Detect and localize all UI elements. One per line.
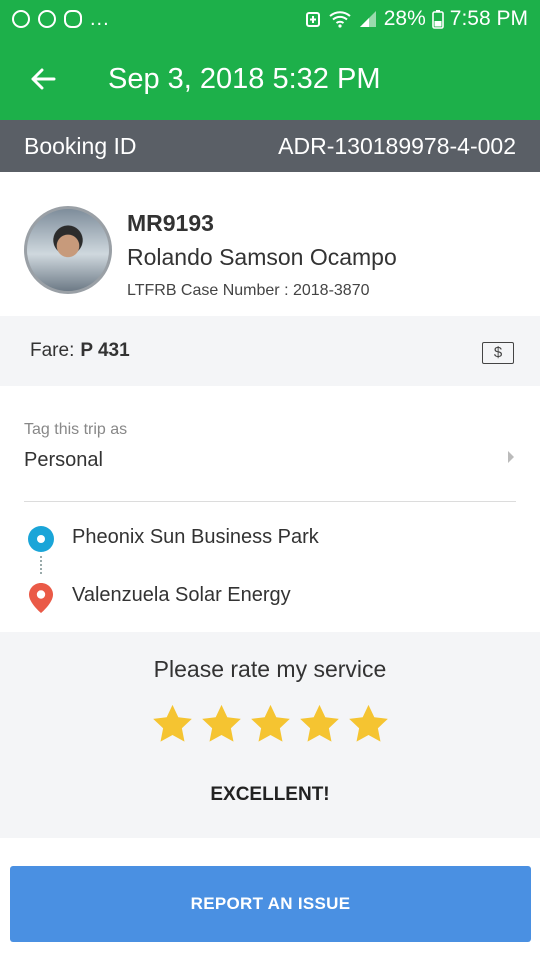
route-section: Pheonix Sun Business Park Valenzuela Sol…: [0, 502, 540, 632]
clock: 7:58 PM: [449, 7, 528, 30]
booking-id-value: ADR-130189978-4-002: [278, 132, 516, 159]
system-status: 28% 7:58 PM: [304, 7, 528, 31]
tag-trip-label: Tag this trip as: [24, 421, 128, 438]
route-connector: [40, 556, 44, 574]
messenger-icon: [12, 10, 30, 28]
battery-saver-icon: [305, 12, 320, 27]
star-icon[interactable]: [150, 702, 195, 747]
tag-trip-row[interactable]: Tag this trip as Personal: [0, 386, 540, 502]
battery-icon: [431, 10, 444, 29]
driver-name: Rolando Samson Ocampo: [127, 244, 397, 270]
chevron-right-icon: [508, 451, 514, 463]
ltfrb-case-number: LTFRB Case Number : 2018-3870: [127, 282, 370, 299]
notification-icons: ...: [12, 8, 110, 31]
booking-id-label: Booking ID: [24, 132, 137, 159]
star-icon[interactable]: [346, 702, 391, 747]
battery-percent: 28%: [383, 7, 426, 30]
cash-icon: $: [482, 342, 514, 364]
vehicle-plate: MR9193: [127, 210, 214, 236]
fare-text: Fare: P 431: [30, 340, 130, 362]
grab-icon: [64, 10, 82, 28]
pickup-pin-icon: [28, 526, 54, 552]
arrow-left-icon: [31, 68, 56, 90]
booking-id-bar: Booking ID ADR-130189978-4-002: [0, 120, 540, 172]
star-icon[interactable]: [248, 702, 293, 747]
app-bar: Sep 3, 2018 5:32 PM: [0, 38, 540, 120]
driver-card: MR9193 Rolando Samson Ocampo LTFRB Case …: [0, 172, 540, 316]
whatsapp-icon: [38, 10, 56, 28]
dropoff-pin-icon: [29, 583, 53, 613]
tag-trip-value: Personal: [24, 449, 103, 471]
pickup-location: Pheonix Sun Business Park: [72, 526, 319, 548]
back-button[interactable]: [28, 64, 58, 94]
signal-icon: [359, 11, 376, 27]
rating-label: EXCELLENT!: [210, 784, 330, 805]
report-issue-button[interactable]: REPORT AN ISSUE: [10, 866, 531, 942]
fare-label: Fare:: [30, 340, 75, 361]
rating-section: Please rate my service EXCELLENT!: [0, 632, 540, 838]
wifi-icon: [329, 11, 351, 28]
star-icon[interactable]: [199, 702, 244, 747]
fare-amount: P 431: [80, 340, 130, 361]
more-notifications: ...: [90, 7, 110, 30]
dropoff-location: Valenzuela Solar Energy: [72, 584, 291, 606]
star-rating[interactable]: [0, 702, 540, 747]
page-title: Sep 3, 2018 5:32 PM: [108, 62, 381, 95]
driver-avatar: [24, 206, 112, 294]
status-bar: ... 28% 7:58 PM: [0, 0, 540, 38]
fare-row: Fare: P 431 $: [0, 316, 540, 386]
star-icon[interactable]: [297, 702, 342, 747]
rating-prompt: Please rate my service: [153, 656, 387, 682]
